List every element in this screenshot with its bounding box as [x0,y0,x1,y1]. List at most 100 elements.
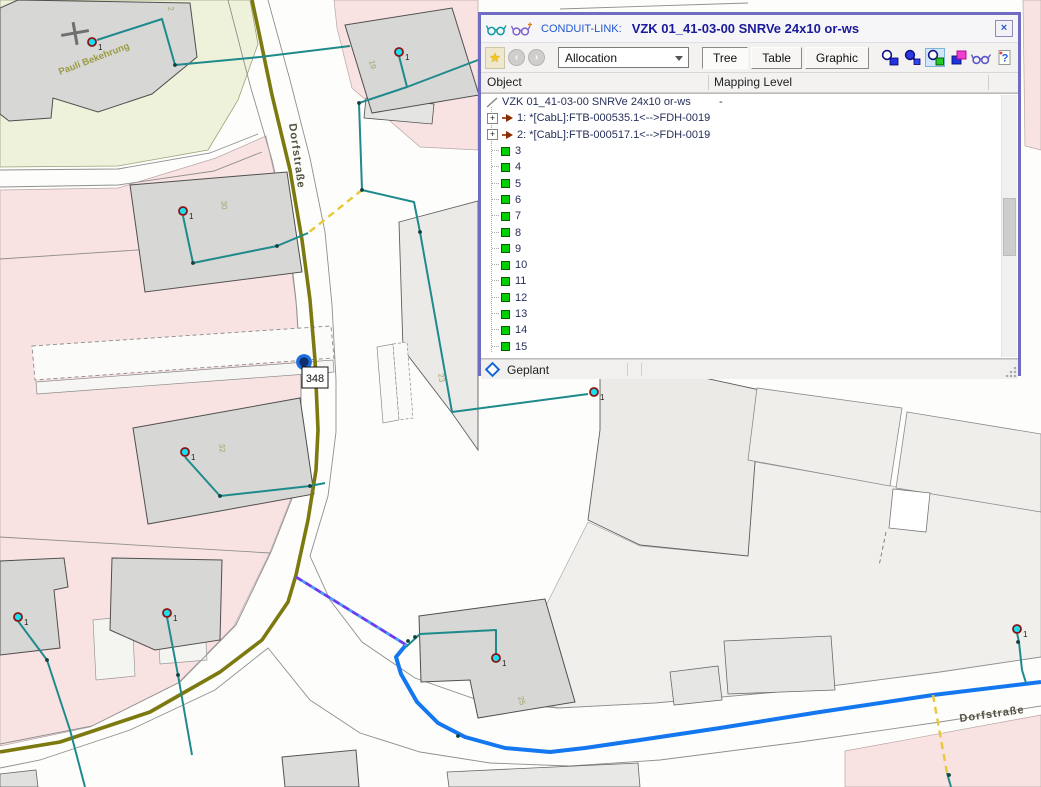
conduit-status-icon [501,147,510,156]
view-tab-graphic[interactable]: Graphic [805,47,869,69]
drop-point [492,654,500,662]
column-divider[interactable] [988,75,989,90]
conduit-status-icon [501,310,510,319]
tree-conduit-row[interactable]: 12 [481,290,1018,306]
chevron-down-icon [675,56,683,61]
tree-conduit-row[interactable]: 11 [481,273,1018,289]
central-building-south [588,377,760,556]
conduit-link-icon [486,97,498,108]
tree-conduit-row[interactable]: 15 [481,338,1018,354]
zoom-all-icon[interactable] [902,48,922,67]
tree-conduit-row[interactable]: 9 [481,241,1018,257]
cable-arrow-icon [501,113,514,123]
expand-icon[interactable]: + [487,113,498,124]
status-diamond-icon [485,362,501,378]
view-tab-tree[interactable]: Tree [702,47,748,69]
conduit-status-icon [501,228,510,237]
zoom-select-icon[interactable] [879,48,899,67]
pink-parcel-right-sliver [1023,0,1041,150]
svg-text:1: 1 [405,53,410,62]
drop-point [179,207,187,215]
mapping-level-value: - [705,129,709,141]
status-text: Geplant [507,363,549,377]
glasses-plus-icon [511,22,533,36]
building-bl-b [110,558,222,650]
conduit-status-icon [501,261,510,270]
resize-grip[interactable] [1005,366,1017,378]
column-header-object[interactable]: Object [487,75,522,89]
view-tab-table[interactable]: Table [751,47,802,69]
tree-conduit-row[interactable]: 10 [481,257,1018,273]
tree-root-row[interactable]: VZK 01_41-03-00 SNRVe 24x10 or-ws - [481,94,1018,110]
tree-conduit-row[interactable]: 4 [481,159,1018,175]
tree-conduit-row[interactable]: 13 [481,306,1018,322]
forward-button[interactable]: › [528,49,545,66]
parcel-number: 32 [217,443,227,453]
cable-arrow-icon [501,130,514,140]
object-tree: VZK 01_41-03-00 SNRVe 24x10 or-ws - + 1:… [481,93,1018,359]
conduit-status-icon [501,163,510,172]
cable-link-label: 2: *[CabL]:FTB-000517.1<-->FDH-0019 [517,129,710,141]
window-titlebar[interactable]: CONDUIT-LINK: VZK 01_41-03-00 SNRVe 24x1… [481,15,1018,43]
tree-conduit-row[interactable]: 8 [481,224,1018,240]
cable-link-label: 1: *[CabL]:FTB-000535.1<-->FDH-0019 [517,112,710,124]
window-toolbar: ★ ‹ › Allocation Tree Table Graphic [481,43,1018,72]
building-bm-2 [724,636,835,694]
window-type-label: CONDUIT-LINK: [541,23,622,35]
vertical-scrollbar[interactable] [1001,95,1017,357]
drop-point [181,448,189,456]
conduit-status-icon [501,342,510,351]
column-header-mapping-level[interactable]: Mapping Level [714,75,792,89]
building-30 [130,172,302,292]
conduit-status-icon [501,195,510,204]
svg-text:1: 1 [191,453,196,462]
tree-conduit-row[interactable]: 7 [481,208,1018,224]
drop-point [395,48,403,56]
tree-conduit-row[interactable]: 6 [481,192,1018,208]
svg-text:?: ? [1001,53,1008,65]
svg-text:348: 348 [306,373,324,385]
mode-dropdown[interactable]: Allocation [558,47,689,68]
back-button[interactable]: ‹ [508,49,525,66]
svg-text:1: 1 [24,618,29,627]
conduit-status-icon [501,244,510,253]
column-divider[interactable] [708,75,709,90]
status-bar: Geplant [481,359,1018,379]
close-button[interactable]: × [995,20,1013,37]
svg-text:1: 1 [600,393,605,402]
svg-text:1: 1 [502,659,507,668]
tree-root-label: VZK 01_41-03-00 SNRVe 24x10 or-ws [502,96,691,108]
glasses-icon [486,22,507,36]
tree-conduit-row[interactable]: 5 [481,175,1018,191]
svg-text:1: 1 [173,614,178,623]
mode-dropdown-value: Allocation [565,51,617,65]
selected-node[interactable] [298,356,311,369]
expand-icon[interactable]: + [487,129,498,140]
scrollbar-thumb[interactable] [1003,198,1016,256]
tree-conduit-row[interactable]: 3 [481,143,1018,159]
list-header: Object Mapping Level [481,72,1018,93]
gis-application: 11 11 11 11 1 348 Dorfstraße Dorfstraße … [0,0,1041,787]
drop-point [590,388,598,396]
building-bm-1 [670,666,722,705]
conduit-status-icon [501,293,510,302]
parcel-number: 30 [219,200,229,210]
highlight-objects-icon[interactable] [948,48,968,67]
tree-cable-row[interactable]: + 1: *[CabL]:FTB-000535.1<-->FDH-0019 - [481,110,1018,126]
svg-text:1: 1 [189,212,194,221]
zoom-highlight-icon[interactable] [925,48,945,67]
conduit-status-icon [501,326,510,335]
conduit-status-icon [501,179,510,188]
drop-point [1013,625,1021,633]
tree-conduit-row[interactable]: 14 [481,322,1018,338]
drop-point [88,38,96,46]
mapping-level-value: - [719,96,723,108]
favorite-button[interactable]: ★ [485,47,505,69]
mapping-level-value: - [705,112,709,124]
view-glasses-icon[interactable] [971,48,991,67]
help-icon[interactable]: ? [994,48,1014,67]
drop-point [14,613,22,621]
tree-cable-row[interactable]: + 2: *[CabL]:FTB-000517.1<-->FDH-0019 - [481,127,1018,143]
window-title: VZK 01_41-03-00 SNRVe 24x10 or-ws [632,21,859,36]
node-label-box: 348 [302,367,328,388]
